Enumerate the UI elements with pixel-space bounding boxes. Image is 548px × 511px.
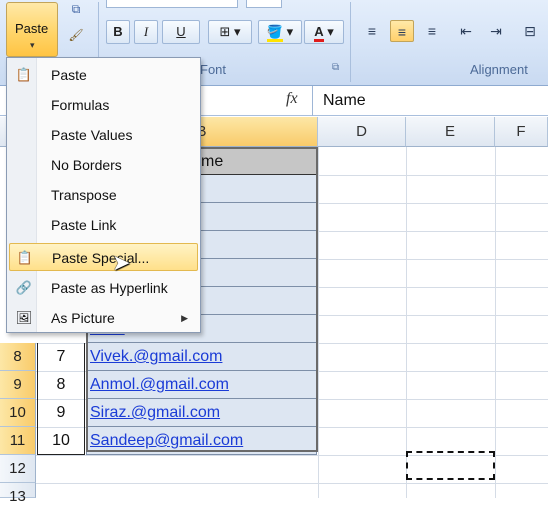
- fill-color-button[interactable]: 🪣 ▾: [258, 20, 302, 44]
- align-right-icon[interactable]: ≡: [420, 20, 444, 42]
- grid-line: [318, 147, 319, 498]
- menu-item-formulas[interactable]: Formulas: [9, 91, 198, 119]
- row-header[interactable]: 9: [0, 371, 36, 399]
- align-left-icon[interactable]: ≡: [360, 20, 384, 42]
- col-header-d[interactable]: D: [318, 117, 406, 147]
- menu-item-paste-values[interactable]: Paste Values: [9, 121, 198, 149]
- dialog-launcher-icon[interactable]: ⧉: [332, 62, 339, 73]
- paste-button-label: Paste: [15, 21, 49, 36]
- cell-a[interactable]: 9: [37, 399, 85, 427]
- paste-dropdown-menu: 📋 Paste Formulas Paste Values No Borders…: [6, 57, 201, 333]
- format-painter-icon[interactable]: 🖌: [66, 26, 86, 44]
- menu-item-label: Formulas: [51, 97, 110, 113]
- menu-item-label: As Picture: [51, 310, 115, 326]
- cell-a[interactable]: 7: [37, 343, 85, 371]
- cell-a[interactable]: 8: [37, 371, 85, 399]
- group-separator: [350, 2, 351, 82]
- formula-input[interactable]: Name: [312, 86, 548, 116]
- grid-line: [406, 147, 407, 498]
- menu-item-label: Paste Special...: [52, 250, 150, 266]
- font-color-icon: A: [314, 24, 324, 42]
- chevron-down-icon: ▾: [30, 40, 35, 50]
- hyperlink-icon: 🔗: [15, 280, 33, 295]
- paste-button[interactable]: Paste ▾: [6, 2, 58, 57]
- paste-special-icon: 📋: [16, 250, 34, 265]
- picture-icon: 🖼: [15, 310, 33, 325]
- paste-icon: 📋: [15, 67, 33, 82]
- row-header[interactable]: 10: [0, 399, 36, 427]
- menu-item-label: Transpose: [51, 187, 117, 203]
- grid-line: [495, 147, 496, 498]
- menu-item-as-picture[interactable]: 🖼 As Picture ▶: [9, 304, 198, 332]
- copy-marquee: [406, 451, 495, 480]
- borders-button[interactable]: ⊞ ▾: [208, 20, 252, 44]
- menu-item-label: Paste as Hyperlink: [51, 280, 168, 296]
- font-group-label: Font: [200, 62, 227, 77]
- font-size-box[interactable]: [246, 0, 282, 8]
- italic-button[interactable]: I: [134, 20, 158, 44]
- menu-item-no-borders[interactable]: No Borders: [9, 151, 198, 179]
- merge-center-icon[interactable]: ⊟: [518, 20, 542, 42]
- menu-item-label: Paste: [51, 67, 87, 83]
- col-header-f[interactable]: F: [495, 117, 548, 147]
- decrease-indent-icon[interactable]: ⇤: [454, 20, 478, 42]
- menu-item-paste[interactable]: 📋 Paste: [9, 61, 198, 89]
- menu-item-label: No Borders: [51, 157, 122, 173]
- row-header[interactable]: 13: [0, 483, 36, 505]
- bold-button[interactable]: B: [106, 20, 130, 44]
- submenu-arrow-icon: ▶: [181, 313, 188, 323]
- cell-b[interactable]: Sandeep@gmail.com: [86, 427, 317, 455]
- cell-b[interactable]: Vivek.@gmail.com: [86, 343, 317, 371]
- align-center-icon[interactable]: ≡: [390, 20, 414, 42]
- menu-item-paste-hyperlink[interactable]: 🔗 Paste as Hyperlink: [9, 274, 198, 302]
- underline-button[interactable]: U: [162, 20, 200, 44]
- col-header-e[interactable]: E: [406, 117, 495, 147]
- fill-color-icon: 🪣: [266, 24, 284, 42]
- alignment-group-label: Alignment: [470, 62, 528, 77]
- cell-a[interactable]: 10: [37, 427, 85, 455]
- menu-item-label: Paste Link: [51, 217, 117, 233]
- increase-indent-icon[interactable]: ⇥: [484, 20, 508, 42]
- cell-b[interactable]: Anmol.@gmail.com: [86, 371, 317, 399]
- row-header[interactable]: 8: [0, 343, 36, 371]
- menu-item-label: Paste Values: [51, 127, 133, 143]
- menu-item-paste-link[interactable]: Paste Link: [9, 211, 198, 239]
- grid-line: [36, 483, 548, 484]
- mouse-pointer-icon: ➤: [112, 250, 131, 275]
- font-name-box[interactable]: [106, 0, 238, 8]
- copy-icon[interactable]: ⧉: [66, 0, 86, 18]
- row-header[interactable]: 11: [0, 427, 36, 455]
- fx-icon[interactable]: fx: [286, 90, 298, 108]
- menu-item-paste-special[interactable]: 📋 Paste Special...: [9, 243, 198, 271]
- row-header[interactable]: 12: [0, 455, 36, 483]
- cell-b[interactable]: Siraz.@gmail.com: [86, 399, 317, 427]
- menu-item-transpose[interactable]: Transpose: [9, 181, 198, 209]
- font-color-button[interactable]: A ▾: [304, 20, 344, 44]
- borders-icon: ⊞ ▾: [219, 24, 241, 39]
